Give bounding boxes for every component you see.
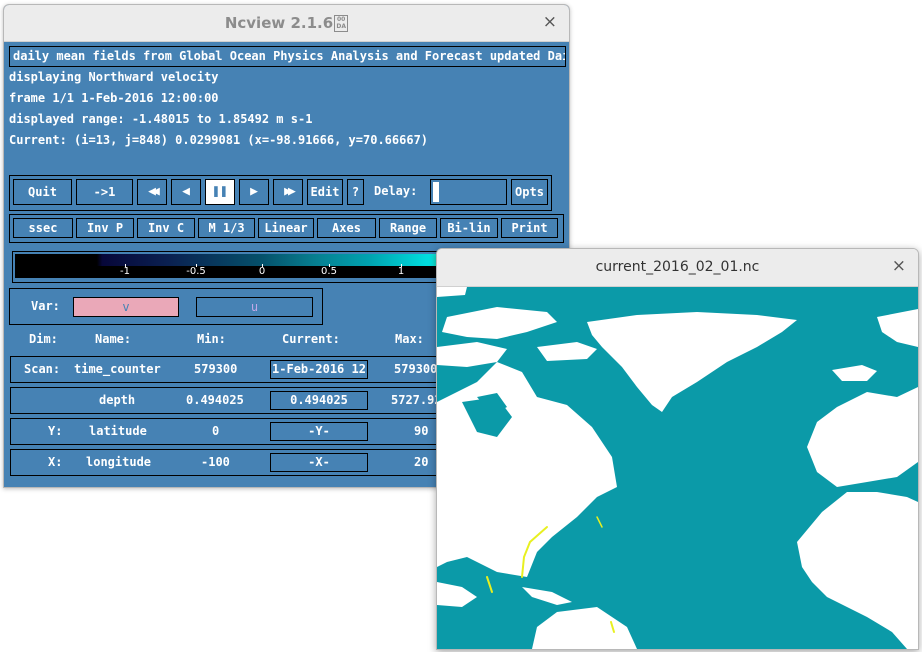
help-button[interactable]: ? xyxy=(347,179,364,205)
invert-colormap-button[interactable]: Inv C xyxy=(137,218,195,238)
colormap-button[interactable]: ssec xyxy=(13,218,73,238)
dim-min: 579300 xyxy=(194,362,238,376)
map-image[interactable] xyxy=(437,287,918,649)
pause-button[interactable]: ❚❚ xyxy=(205,179,235,205)
dim-max: 579300 xyxy=(394,362,438,376)
fast-forward-icon: ▶▶ xyxy=(284,184,295,199)
dim-current-time[interactable]: 1-Feb-2016 12 xyxy=(270,360,368,379)
var-button-v[interactable]: v xyxy=(73,297,179,317)
axes-button[interactable]: Axes xyxy=(317,218,376,238)
dim-current-longitude[interactable]: -X- xyxy=(270,453,368,472)
invert-physical-button[interactable]: Inv P xyxy=(76,218,134,238)
info-range: displayed range: -1.48015 to 1.85492 m s… xyxy=(9,112,313,126)
print-button[interactable]: Print xyxy=(501,218,558,238)
dim-max: 5727.92 xyxy=(391,393,442,407)
var-label: Var: xyxy=(31,299,60,313)
dim-max: 90 xyxy=(414,424,429,438)
colorbar-tick-label: 0.5 xyxy=(321,266,337,277)
step-forward-button[interactable]: ▶ xyxy=(239,179,269,205)
main-titlebar[interactable]: Ncview 2.1.6 00 DA × xyxy=(4,5,569,42)
quit-button[interactable]: Quit xyxy=(13,179,72,205)
fast-forward-button[interactable]: ▶▶ xyxy=(273,179,303,205)
dim-header: Dim: xyxy=(29,332,58,346)
dim-max: 20 xyxy=(414,455,429,469)
magnification-button[interactable]: M 1/3 xyxy=(198,218,255,238)
map-canvas xyxy=(437,287,918,649)
dim-current-depth[interactable]: 0.494025 xyxy=(270,391,368,410)
range-button[interactable]: Range xyxy=(379,218,437,238)
map-titlebar[interactable]: current_2016_02_01.nc × xyxy=(437,249,918,287)
options-panel: ssec Inv P Inv C M 1/3 Linear Axes Range… xyxy=(9,214,564,243)
variable-panel: Var: v u xyxy=(9,288,323,325)
step-back-icon: ◀ xyxy=(182,184,190,199)
transform-button[interactable]: Linear xyxy=(258,218,314,238)
dim-name: latitude xyxy=(89,424,147,438)
dim-name: time_counter xyxy=(74,362,161,376)
dim-name: longitude xyxy=(86,455,152,469)
name-header: Name: xyxy=(95,332,132,346)
current-header: Current: xyxy=(282,332,340,346)
control-panel: Quit ->1 ◀◀ ◀ ❚❚ ▶ ▶▶ Edit ? Delay: Opts xyxy=(9,175,552,211)
var-button-u[interactable]: u xyxy=(196,297,313,317)
dim-min: 0 xyxy=(212,424,220,438)
dim-current-latitude[interactable]: -Y- xyxy=(270,422,368,441)
max-header: Max: xyxy=(395,332,424,346)
dim-row-longitude: X: longitude -100 -X- 20 xyxy=(10,449,452,476)
map-window-title: current_2016_02_01.nc xyxy=(595,259,760,275)
dim-row-depth: depth 0.494025 0.494025 5727.92 xyxy=(10,387,452,414)
colorbar-tick-label: 0 xyxy=(258,266,266,277)
dim-min: -100 xyxy=(201,455,230,469)
delay-label: Delay: xyxy=(374,184,418,198)
step-forward-icon: ▶ xyxy=(250,184,258,199)
info-displaying: displaying Northward velocity xyxy=(9,70,219,84)
interpolation-button[interactable]: Bi-lin xyxy=(440,218,498,238)
colorbar-tick-label: -0.5 xyxy=(186,266,206,277)
rewind-icon: ◀◀ xyxy=(148,184,159,199)
delay-slider[interactable] xyxy=(430,179,507,205)
edit-button[interactable]: Edit xyxy=(307,179,343,205)
close-icon[interactable]: × xyxy=(543,12,557,32)
dim-label: Y: xyxy=(48,424,63,438)
colorbar-tick-label: -1 xyxy=(120,266,130,277)
min-header: Min: xyxy=(197,332,226,346)
dim-row-latitude: Y: latitude 0 -Y- 90 xyxy=(10,418,452,445)
missing-glyph-icon: 00 DA xyxy=(334,15,349,32)
dim-label: Scan: xyxy=(24,362,61,376)
map-window: current_2016_02_01.nc × xyxy=(436,248,919,650)
rewind-button[interactable]: ◀◀ xyxy=(137,179,167,205)
dim-row-time: Scan: time_counter 579300 1-Feb-2016 12 … xyxy=(10,356,452,383)
dim-name: depth xyxy=(99,393,136,407)
close-icon[interactable]: × xyxy=(892,256,906,276)
window-title: Ncview 2.1.6 00 DA xyxy=(4,14,569,32)
to-first-frame-button[interactable]: ->1 xyxy=(76,179,133,205)
step-back-button[interactable]: ◀ xyxy=(171,179,201,205)
info-current: Current: (i=13, j=848) 0.0299081 (x=-98.… xyxy=(9,133,429,147)
opts-button[interactable]: Opts xyxy=(511,179,548,205)
land xyxy=(437,287,918,649)
delay-slider-thumb[interactable] xyxy=(433,182,439,202)
pause-icon: ❚❚ xyxy=(212,184,228,199)
dim-label: X: xyxy=(48,455,63,469)
dim-min: 0.494025 xyxy=(186,393,244,407)
colorbar-tick-label: 1 xyxy=(397,266,405,277)
info-frame: frame 1/1 1-Feb-2016 12:00:00 xyxy=(9,91,219,105)
dataset-title: daily mean fields from Global Ocean Phys… xyxy=(9,46,566,67)
